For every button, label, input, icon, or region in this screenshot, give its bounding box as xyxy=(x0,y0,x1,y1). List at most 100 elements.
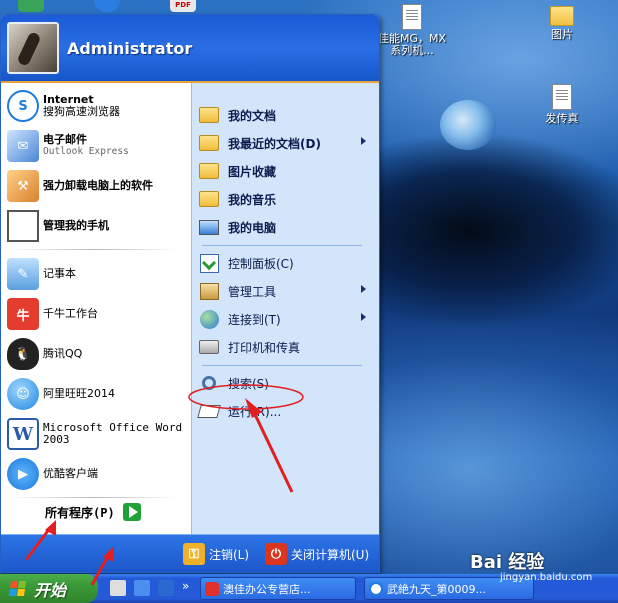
menu-item-aliwangwang[interactable]: ☺ 阿里旺旺2014 xyxy=(7,375,187,413)
menu-separator xyxy=(9,249,179,250)
arrow-right-icon xyxy=(122,503,141,521)
browser-icon xyxy=(369,581,383,596)
aliwangwang-icon: ☺ xyxy=(7,378,39,410)
chevron-right-icon xyxy=(361,285,366,293)
desktop-icon-fax[interactable]: 发传真 xyxy=(526,84,598,125)
desktop-icon-label: 图片 xyxy=(551,28,573,41)
search-icon xyxy=(198,372,220,394)
quick-launch-icon[interactable] xyxy=(110,580,126,596)
baidu-jingyan-watermark: Bai 经验 xyxy=(470,552,545,573)
task-label: 武絶九天_第0009... xyxy=(387,582,486,596)
menu-item-label: 运行(R)... xyxy=(228,404,282,419)
menu-item-label: 连接到(T) xyxy=(228,312,281,327)
quick-launch-icon[interactable] xyxy=(134,580,150,596)
logoff-button[interactable]: ⚿ 注销(L) xyxy=(183,543,249,565)
menu-item-admin-tools[interactable]: 管理工具 xyxy=(198,279,374,303)
menu-item-control-panel[interactable]: 控制面板(C) xyxy=(198,251,374,275)
menu-item-title: 管理我的手机 xyxy=(43,219,109,232)
menu-item-label: 搜索(S) xyxy=(228,376,269,391)
menu-item-search[interactable]: 搜索(S) xyxy=(198,371,374,395)
start-menu-left-column: S Internet 搜狗高速浏览器 ✉ 电子邮件 Outlook Express … xyxy=(1,83,191,534)
chevron-right-icon xyxy=(361,313,366,321)
pdf-icon[interactable]: PDF xyxy=(170,0,196,12)
folder-icon xyxy=(198,132,220,154)
email-icon: ✉ xyxy=(7,130,39,162)
menu-item-my-pictures[interactable]: 图片收藏 xyxy=(198,159,374,183)
menu-item-internet[interactable]: S Internet 搜狗高速浏览器 xyxy=(7,87,187,125)
run-icon xyxy=(197,400,221,422)
uninstall-icon: ⚒ xyxy=(7,170,39,202)
menu-item-title: 优酷客户端 xyxy=(43,467,98,480)
menu-item-my-computer[interactable]: 我的电脑 xyxy=(198,215,374,239)
qq-icon: 🐧 xyxy=(7,338,39,370)
menu-item-title: 阿里旺旺2014 xyxy=(43,387,115,400)
tmall-icon xyxy=(205,581,219,596)
menu-item-uninstaller[interactable]: ⚒ 强力卸载电脑上的软件 xyxy=(7,167,187,205)
menu-separator xyxy=(202,245,362,246)
document-icon xyxy=(402,4,422,30)
start-menu-header: Administrator xyxy=(1,15,379,83)
menu-separator xyxy=(202,365,362,366)
browser-icon: S xyxy=(7,90,39,122)
phone-manager-icon xyxy=(7,210,39,242)
menu-item-connect-to[interactable]: 连接到(T) xyxy=(198,307,374,331)
task-button[interactable]: 澳佳办公专营店... xyxy=(200,577,356,600)
menu-item-label: 我的文档 xyxy=(228,108,277,123)
start-button[interactable]: 开始 xyxy=(0,574,98,603)
desktop-icon-pictures[interactable]: 图片 xyxy=(526,6,598,41)
start-menu: Administrator S Internet 搜狗高速浏览器 ✉ 电子邮件 Ou… xyxy=(0,14,380,573)
menu-item-email[interactable]: ✉ 电子邮件 Outlook Express xyxy=(7,127,187,165)
logoff-label: 注销(L) xyxy=(209,547,250,562)
quick-launch-overflow[interactable]: » xyxy=(182,579,189,593)
menu-item-printers[interactable]: 打印机和传真 xyxy=(198,335,374,359)
computer-icon xyxy=(198,216,220,238)
folder-icon xyxy=(550,6,574,26)
start-label: 开始 xyxy=(34,580,67,600)
watermark-url: jingyan.baidu.com xyxy=(500,572,593,583)
menu-item-phone-manager[interactable]: 管理我的手机 xyxy=(7,207,187,245)
shutdown-button[interactable]: ⏻ 关闭计算机(U) xyxy=(265,543,369,565)
desktop-icon-canon[interactable]: 佳能MG，MX 系列机... xyxy=(376,4,448,57)
menu-item-label: 我的电脑 xyxy=(228,220,277,235)
user-avatar[interactable] xyxy=(7,22,59,74)
key-icon: ⚿ xyxy=(183,543,205,565)
menu-item-qianniu[interactable]: 牛 千牛工作台 xyxy=(7,295,187,333)
wallpaper-water-drop xyxy=(440,100,496,150)
menu-item-word[interactable]: W Microsoft Office Word 2003 xyxy=(7,415,187,453)
desktop-icon-partial[interactable] xyxy=(94,0,120,12)
menu-item-recent-documents[interactable]: 我最近的文档(D) xyxy=(198,131,374,155)
menu-item-run[interactable]: 运行(R)... xyxy=(197,399,374,423)
shutdown-label: 关闭计算机(U) xyxy=(291,547,370,562)
globe-icon xyxy=(198,308,220,330)
menu-item-notepad[interactable]: ✎ 记事本 xyxy=(7,255,187,293)
notepad-icon: ✎ xyxy=(7,258,39,290)
menu-item-my-music[interactable]: 我的音乐 xyxy=(198,187,374,211)
desktop-icon-partial[interactable] xyxy=(18,0,44,12)
task-label: 澳佳办公专营店... xyxy=(223,582,311,596)
desktop-icon-label: 发传真 xyxy=(545,112,579,125)
menu-item-label: 我的音乐 xyxy=(228,192,277,207)
menu-item-qq[interactable]: 🐧 腾讯QQ xyxy=(7,335,187,373)
menu-item-label: 控制面板(C) xyxy=(228,256,294,271)
menu-item-subtitle: 搜狗高速浏览器 xyxy=(43,105,120,118)
start-menu-right-column: 我的文档 我最近的文档(D) 图片收藏 我的音乐 我的电脑 控制面板(C) 管理… xyxy=(191,83,379,534)
all-programs-button[interactable]: 所有程序(P) xyxy=(45,503,141,521)
desktop-icon-label: 系列机... xyxy=(390,44,434,57)
menu-item-label: 管理工具 xyxy=(228,284,277,299)
menu-item-my-documents[interactable]: 我的文档 xyxy=(198,103,374,127)
menu-item-title: 腾讯QQ xyxy=(43,347,83,360)
quick-launch-icon[interactable] xyxy=(158,580,174,596)
folder-icon xyxy=(198,188,220,210)
printer-icon xyxy=(198,336,220,358)
menu-item-title: 千牛工作台 xyxy=(43,307,98,320)
admin-tools-icon xyxy=(198,280,220,302)
menu-item-label: 图片收藏 xyxy=(228,164,277,179)
folder-icon xyxy=(198,104,220,126)
control-panel-icon xyxy=(198,252,220,274)
document-icon xyxy=(552,84,572,110)
menu-item-youku[interactable]: ▶ 优酷客户端 xyxy=(7,455,187,493)
chevron-right-icon xyxy=(361,137,366,145)
menu-item-subtitle: 2003 xyxy=(43,433,70,446)
power-icon: ⏻ xyxy=(265,543,287,565)
all-programs-label: 所有程序(P) xyxy=(45,505,115,520)
